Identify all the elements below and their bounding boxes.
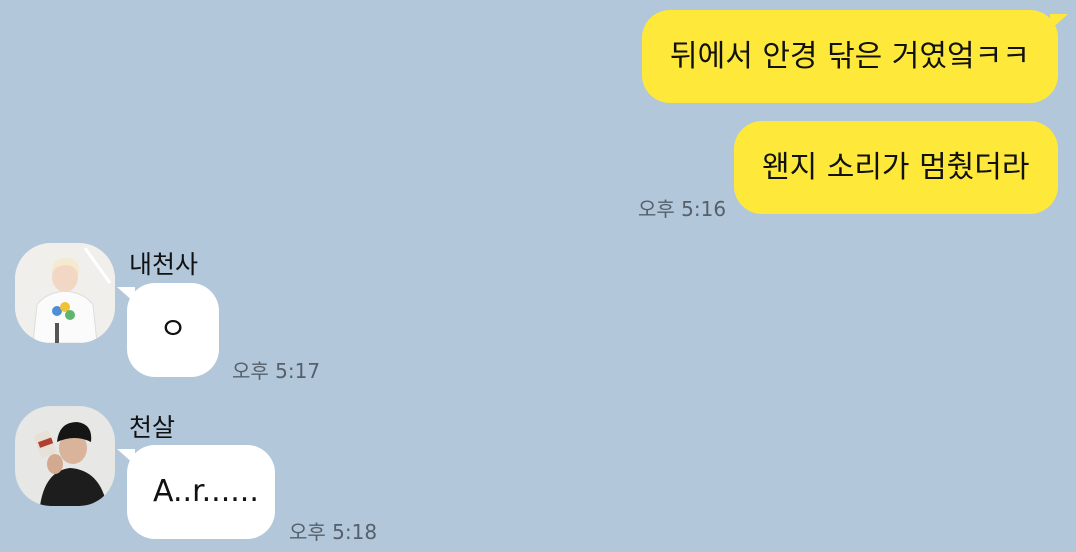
sender-avatar[interactable] [15, 243, 115, 343]
sender-avatar[interactable] [15, 406, 115, 506]
sender-name: 천살 [129, 413, 176, 442]
chat-room: 뒤에서 안경 닦은 거였엌ㅋㅋ 왠지 소리가 멈췄더라 오후 5:16 내천사 … [0, 0, 1076, 552]
incoming-message-bubble[interactable]: ㅇ [117, 283, 219, 377]
profile-photo-light-icon [15, 243, 115, 343]
outgoing-message-bubble[interactable]: 왠지 소리가 멈췄더라 [734, 121, 1058, 214]
profile-photo-dark-icon [15, 406, 115, 506]
bubble-tail [1050, 14, 1068, 30]
outgoing-message-bubble[interactable]: 뒤에서 안경 닦은 거였엌ㅋㅋ [642, 10, 1068, 103]
message-text: 뒤에서 안경 닦은 거였엌ㅋㅋ [670, 38, 1030, 74]
message-timestamp: 오후 5:17 [232, 359, 321, 383]
message-timestamp: 오후 5:16 [638, 197, 727, 221]
bubble-tail [117, 287, 135, 303]
message-text: 왠지 소리가 멈췄더라 [762, 149, 1030, 185]
incoming-message-bubble[interactable]: A..r...... [117, 445, 275, 539]
bubble-tail [117, 449, 135, 465]
message-timestamp: 오후 5:18 [289, 520, 378, 544]
message-text: A..r...... [153, 474, 259, 509]
message-text: ㅇ [159, 312, 187, 347]
sender-name: 내천사 [129, 250, 199, 279]
